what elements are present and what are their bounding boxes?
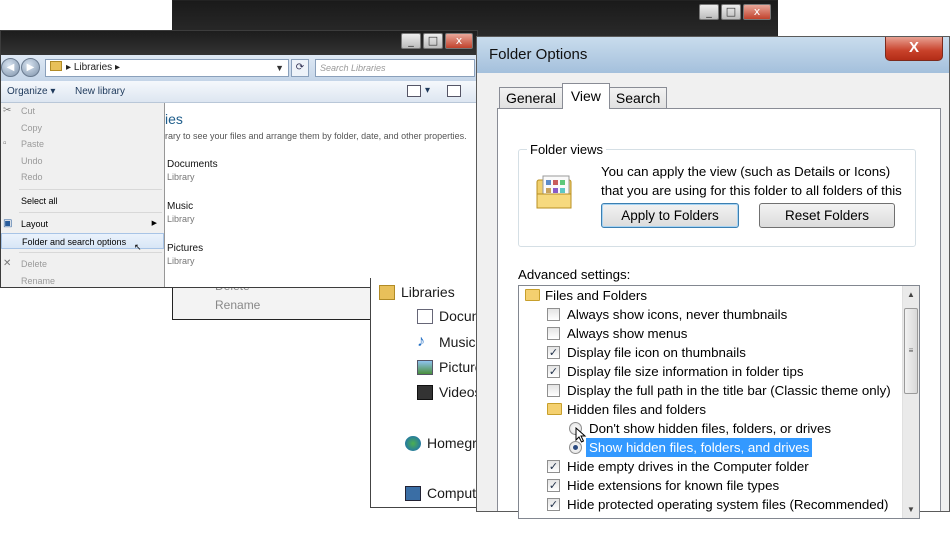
page-title: ies	[165, 111, 183, 127]
menu-item-delete[interactable]: ✕ Delete	[1, 256, 164, 273]
folder-views-icon	[536, 175, 572, 209]
submenu-arrow-icon: ▶	[151, 220, 157, 227]
folder-options-dialog: Folder Options X General View Search Fol…	[476, 36, 950, 519]
menu-item-folder-and-search-options[interactable]: Folder and search options ↖	[1, 232, 164, 252]
folder-views-group: Folder views You can apply the view (suc…	[518, 142, 916, 247]
nav-item-music[interactable]: ♪ Music	[417, 334, 476, 351]
nav-item-homegroup[interactable]: Homegr	[405, 435, 477, 451]
folder-views-legend: Folder views	[527, 142, 606, 157]
library-music[interactable]: Music Library	[167, 201, 195, 224]
explorer-window: _ □ x ◀ ▶ ▸ Libraries ▸ ▼ ⟳ Search Libra…	[0, 30, 478, 288]
scroll-down-icon[interactable]: ▼	[903, 501, 919, 518]
chevron-down-icon[interactable]: ▼	[275, 60, 284, 76]
mouse-pointer-icon	[575, 427, 587, 443]
search-input[interactable]: Search Libraries	[315, 59, 475, 77]
forward-arrow-icon[interactable]: ▶	[21, 58, 40, 77]
tab-strip: General View Search	[499, 83, 668, 109]
maximize-button[interactable]: □	[721, 4, 741, 20]
menu-separator	[19, 212, 162, 213]
minimize-button[interactable]: _	[401, 33, 421, 49]
menu-item-redo[interactable]: Redo	[1, 169, 164, 186]
tab-general[interactable]: General	[499, 87, 563, 109]
organize-menu: ✂ Cut Copy ▫ Paste Undo Redo Select all ▣ L…	[1, 103, 165, 288]
preview-pane-icon[interactable]	[447, 85, 461, 97]
refresh-icon[interactable]: ⟳	[291, 59, 309, 77]
folder-icon	[547, 403, 562, 415]
nav-item-libraries[interactable]: Libraries	[379, 284, 455, 300]
clipboard-icon: ▫	[3, 138, 7, 149]
nav-item-computer[interactable]: Comput	[405, 485, 476, 501]
close-button[interactable]: x	[743, 4, 771, 20]
checkbox[interactable]	[547, 308, 560, 321]
dialog-title: Folder Options	[489, 46, 588, 63]
checkbox-checked[interactable]: ✓	[547, 365, 560, 378]
mouse-pointer-icon: ↖	[134, 241, 142, 252]
maximize-button[interactable]: □	[423, 33, 443, 49]
pictures-icon	[417, 360, 433, 375]
menu-item-paste[interactable]: ▫ Paste	[1, 136, 164, 153]
view-options-icon[interactable]	[407, 85, 421, 97]
dialog-body: General View Search Folder views You can…	[483, 73, 943, 519]
computer-icon	[405, 486, 421, 501]
checkbox-checked[interactable]: ✓	[547, 460, 560, 473]
checkbox-checked[interactable]: ✓	[547, 346, 560, 359]
menu-item-layout[interactable]: ▣ Layout ▶	[1, 216, 164, 233]
menu-item-rename[interactable]: Rename	[1, 273, 164, 288]
checkbox-checked[interactable]: ✓	[547, 479, 560, 492]
dialog-titlebar: Folder Options X	[477, 37, 949, 73]
vertical-scrollbar[interactable]: ▲ ≡ ▼	[902, 286, 919, 518]
chevron-down-icon[interactable]: ▾	[425, 85, 430, 96]
checkbox[interactable]	[547, 327, 560, 340]
advanced-settings-label: Advanced settings:	[518, 267, 631, 282]
new-library-button[interactable]: New library	[75, 86, 125, 97]
delete-x-icon: ✕	[3, 258, 12, 269]
close-button[interactable]: X	[885, 37, 943, 61]
layout-icon: ▣	[3, 218, 13, 229]
close-button[interactable]: x	[445, 33, 473, 49]
organize-button[interactable]: Organize ▾	[7, 86, 55, 97]
address-bar: ◀ ▶ ▸ Libraries ▸ ▼ ⟳ Search Libraries	[1, 55, 477, 81]
nav-item-documents[interactable]: Docun	[417, 308, 479, 324]
explorer-titlebar: _ □ x	[1, 31, 477, 55]
libraries-icon	[379, 285, 395, 300]
minimize-button[interactable]: _	[699, 4, 719, 20]
breadcrumb[interactable]: ▸ Libraries ▸ ▼	[45, 59, 289, 77]
reset-folders-button[interactable]: Reset Folders	[759, 203, 895, 228]
menu-item-undo[interactable]: Undo	[1, 153, 164, 170]
folder-icon	[525, 289, 540, 301]
library-documents[interactable]: Documents Library	[167, 159, 218, 182]
apply-to-folders-button[interactable]: Apply to Folders	[601, 203, 739, 228]
checkbox[interactable]	[547, 384, 560, 397]
scroll-thumb[interactable]: ≡	[904, 308, 918, 394]
menu-item-select-all[interactable]: Select all	[1, 193, 164, 210]
libraries-pane: ies rary to see your files and arrange t…	[165, 103, 477, 287]
music-icon: ♪	[417, 333, 425, 350]
command-bar: Organize ▾ New library ▾	[1, 81, 477, 103]
back-arrow-icon[interactable]: ◀	[1, 58, 20, 77]
breadcrumb-libraries[interactable]: Libraries	[74, 62, 112, 73]
menu-item-copy[interactable]: Copy	[1, 120, 164, 137]
scroll-up-icon[interactable]: ▲	[903, 286, 919, 303]
tab-search[interactable]: Search	[608, 87, 668, 109]
homegroup-icon	[405, 436, 421, 451]
scissors-icon: ✂	[3, 105, 12, 116]
menu-item-rename[interactable]: Rename	[183, 296, 383, 315]
libraries-description: rary to see your files and arrange them …	[165, 131, 467, 141]
advanced-settings-list: Files and Folders Always show icons, nev…	[518, 285, 920, 519]
view-tab-panel: Folder views You can apply the view (suc…	[497, 108, 941, 519]
checkbox-checked[interactable]: ✓	[547, 498, 560, 511]
menu-item-cut[interactable]: ✂ Cut	[1, 103, 164, 120]
library-pictures[interactable]: Pictures Library	[167, 243, 203, 266]
menu-separator	[19, 188, 162, 190]
navigation-pane: Libraries Docun ♪ Music Picture Videos H…	[370, 278, 488, 508]
tab-view[interactable]: View	[561, 83, 610, 109]
documents-icon	[417, 309, 433, 324]
libraries-icon	[50, 61, 62, 71]
videos-icon	[417, 385, 433, 400]
